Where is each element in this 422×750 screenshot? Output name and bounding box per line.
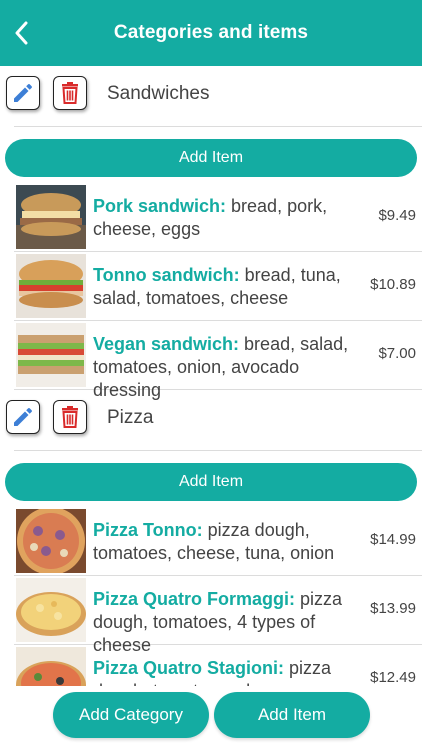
list-item[interactable]: Tonno sandwich: bread, tuna, salad, toma… xyxy=(14,252,422,321)
item-image xyxy=(16,323,86,387)
item-name: Vegan sandwich: xyxy=(93,334,240,354)
item-image xyxy=(16,509,86,573)
item-name: Pizza Quatro Stagioni: xyxy=(93,658,285,678)
back-button[interactable] xyxy=(8,18,34,48)
edit-category-button[interactable] xyxy=(6,400,40,434)
item-price: $12.49 xyxy=(370,669,416,686)
item-name: Pizza Quatro Formaggi: xyxy=(93,589,296,609)
add-item-button[interactable]: Add Item xyxy=(5,463,417,501)
trash-icon xyxy=(62,82,78,104)
add-item-button[interactable]: Add Item xyxy=(5,139,417,177)
item-price: $14.99 xyxy=(370,531,416,548)
item-name: Pizza Tonno: xyxy=(93,520,203,540)
list-item[interactable]: Pork sandwich: bread, pork, cheese, eggs… xyxy=(14,183,422,252)
category-name: Sandwiches xyxy=(107,83,210,104)
item-image xyxy=(16,185,86,249)
header-bar: Categories and items xyxy=(0,0,422,66)
edit-category-button[interactable] xyxy=(6,76,40,110)
item-price: $9.49 xyxy=(378,207,416,224)
category-name: Pizza xyxy=(107,407,154,428)
item-name: Tonno sandwich: xyxy=(93,265,240,285)
bottom-bar: Add Category Add Item xyxy=(0,686,422,750)
category-list[interactable]: Sandwiches Add Item Pork sandwich: bread… xyxy=(0,66,422,686)
chevron-left-icon xyxy=(15,21,28,45)
category-row-pizza: Pizza xyxy=(6,390,422,451)
delete-category-button[interactable] xyxy=(53,400,87,434)
page-title: Categories and items xyxy=(113,22,309,43)
list-item[interactable]: Vegan sandwich: bread, salad, tomatoes, … xyxy=(14,321,422,400)
item-price: $10.89 xyxy=(370,276,416,293)
item-price: $7.00 xyxy=(378,345,416,362)
add-category-button[interactable]: Add Category xyxy=(53,692,209,738)
delete-category-button[interactable] xyxy=(53,76,87,110)
item-image xyxy=(16,254,86,318)
category-row-sandwiches: Sandwiches xyxy=(6,66,422,127)
item-image xyxy=(16,578,86,642)
add-item-bottom-button[interactable]: Add Item xyxy=(214,692,370,738)
list-item[interactable]: Pizza Quatro Formaggi: pizza dough, toma… xyxy=(14,576,422,655)
pencil-icon xyxy=(14,84,32,102)
item-price: $13.99 xyxy=(370,600,416,617)
item-name: Pork sandwich: xyxy=(93,196,227,216)
list-item[interactable]: Pizza Tonno: pizza dough, tomatoes, chee… xyxy=(14,507,422,576)
list-item[interactable]: Pizza Quatro Stagioni: pizza dough, toma… xyxy=(14,645,422,686)
item-image xyxy=(16,647,86,686)
trash-icon xyxy=(62,406,78,428)
pencil-icon xyxy=(14,408,32,426)
